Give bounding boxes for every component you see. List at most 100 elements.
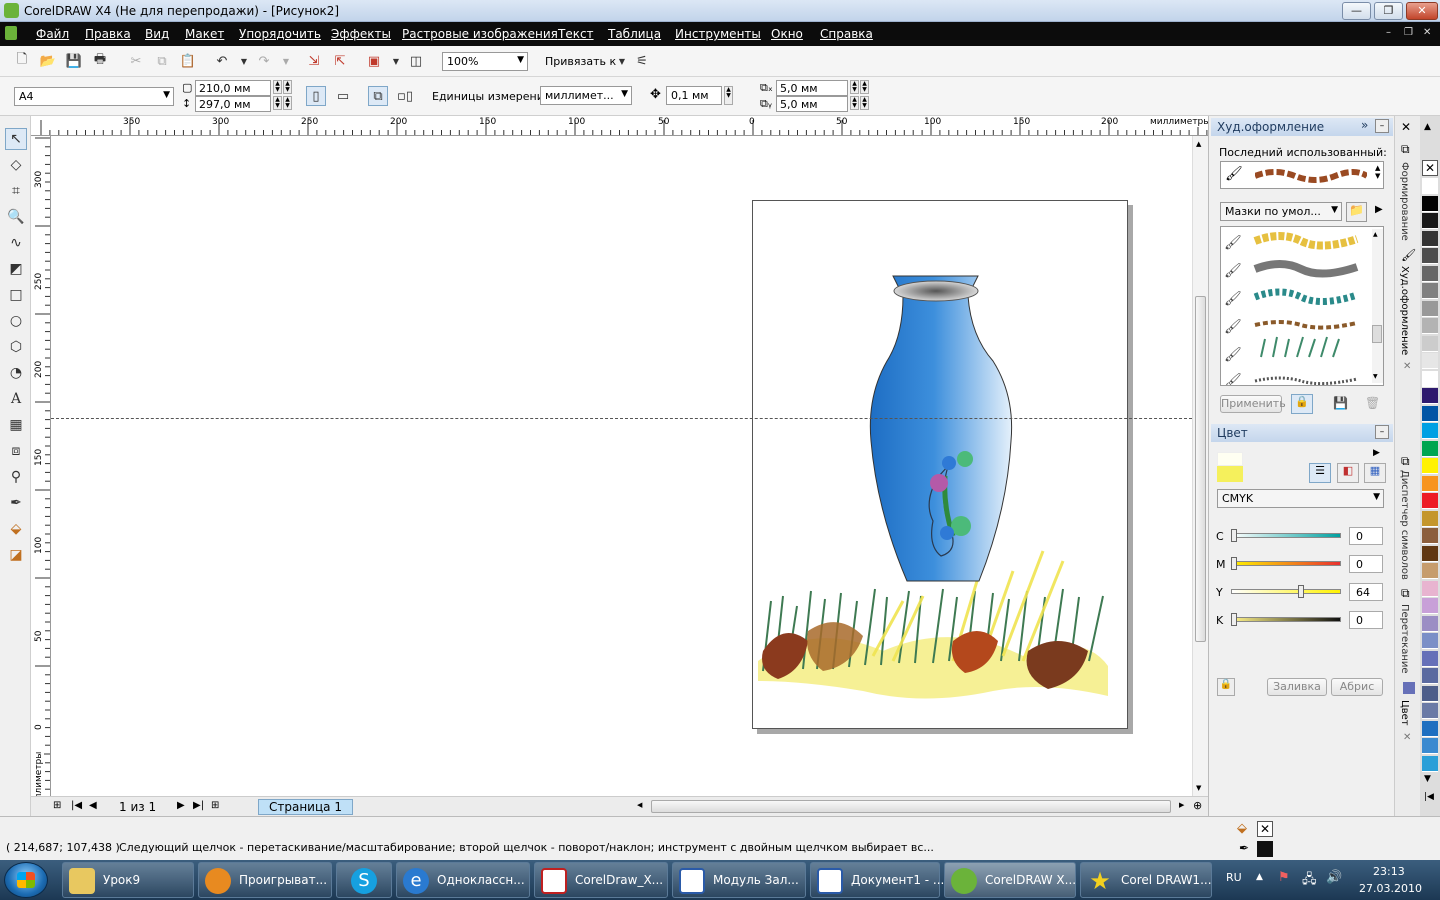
palette-swatch[interactable] — [1422, 563, 1438, 579]
task-urok9[interactable]: Урок9 — [62, 862, 194, 898]
task-odnoklassniki[interactable]: e Одноклассн... — [396, 862, 530, 898]
interactive-fill-tool-icon[interactable]: ◪ — [5, 544, 27, 566]
tab-shaping[interactable]: Формирование — [1399, 162, 1410, 241]
palette-swatch[interactable] — [1422, 370, 1438, 387]
nudge-input[interactable]: 0,1 мм — [666, 86, 722, 105]
palette-swatch[interactable] — [1422, 545, 1438, 562]
outline-pen-tool-icon[interactable]: ✒ — [5, 492, 27, 514]
width-spinner[interactable]: ▲ ▼ — [273, 80, 282, 94]
launcher-dropdown-icon[interactable]: ▼ — [386, 51, 406, 71]
palette-expand-icon[interactable]: |◀ — [1424, 792, 1434, 802]
color-palettes-icon[interactable]: ▦ — [1364, 463, 1386, 483]
shaping-icon[interactable]: ⧉ — [1401, 142, 1410, 157]
table-tool-icon[interactable]: ▦ — [5, 414, 27, 436]
slider-c[interactable] — [1231, 529, 1341, 542]
horizontal-ruler[interactable]: 350 300 250 200 150 100 50 0 50 100 150 … — [36, 116, 1208, 136]
menu-window[interactable]: Окно — [771, 27, 803, 41]
palette-swatch[interactable] — [1422, 318, 1438, 334]
color-tab-close-icon[interactable]: ✕ — [1403, 732, 1411, 743]
palette-swatch[interactable] — [1422, 475, 1438, 492]
dup-y-spinner[interactable]: ▲ ▼ — [850, 96, 859, 110]
task-coreldraw-pdf[interactable]: CorelDraw_X... — [534, 862, 668, 898]
export-icon[interactable]: ⇱ — [330, 51, 350, 71]
tray-expand-icon[interactable]: ▲ — [1256, 872, 1263, 882]
start-button[interactable] — [4, 862, 48, 898]
auto-apply-lock-icon[interactable]: 🔒 — [1217, 678, 1235, 696]
doc-restore-button[interactable]: ❐ — [1404, 27, 1413, 38]
duplicate-x-input[interactable]: 5,0 мм — [776, 80, 848, 96]
menu-text[interactable]: Текст — [558, 27, 594, 41]
fill-button[interactable]: Заливка — [1267, 678, 1327, 696]
menu-table[interactable]: Таблица — [608, 27, 661, 41]
value-k[interactable]: 0 — [1349, 611, 1383, 629]
palette-swatch[interactable] — [1422, 528, 1438, 544]
scroll-down-icon[interactable]: ▼ — [1196, 784, 1201, 792]
task-module[interactable]: Модуль Зал... — [672, 862, 806, 898]
next-page-icon[interactable]: ▶ — [177, 800, 185, 811]
value-y[interactable]: 64 — [1349, 583, 1383, 601]
fill-tool-icon[interactable]: ⬙ — [5, 518, 27, 540]
eyedropper-tool-icon[interactable]: ⚲ — [5, 466, 27, 488]
palette-swatch[interactable] — [1422, 213, 1438, 229]
palette-swatch[interactable] — [1422, 353, 1438, 369]
browse-folder-icon[interactable]: 📁 — [1346, 202, 1367, 222]
outline-button[interactable]: Абрис — [1331, 678, 1383, 696]
menu-view[interactable]: Вид — [145, 27, 169, 41]
duplicate-y-input[interactable]: 5,0 мм — [776, 96, 848, 112]
copy-icon[interactable]: ⧉ — [152, 51, 172, 71]
tab-artistic-media[interactable]: Худ.оформление — [1399, 266, 1410, 355]
vertical-scrollbar[interactable]: ▲ ▼ — [1192, 136, 1208, 796]
slider-thumb-k[interactable] — [1231, 613, 1237, 626]
units-combo[interactable]: миллимет... ▼ — [540, 86, 632, 105]
blend-icon[interactable]: ⧉ — [1401, 586, 1410, 601]
doc-minimize-button[interactable]: – — [1386, 27, 1391, 38]
tab-symbol-manager[interactable]: Диспетчер символов — [1399, 470, 1410, 580]
doc-close-button[interactable]: ✕ — [1423, 27, 1431, 38]
color-sliders-icon[interactable]: ☰ — [1309, 463, 1331, 483]
page-tab-1[interactable]: Страница 1 — [258, 799, 353, 815]
height-spinner[interactable]: ▲ ▼ — [273, 96, 282, 110]
menu-tools[interactable]: Инструменты — [675, 27, 761, 41]
palette-swatch[interactable] — [1422, 738, 1438, 754]
all-pages-icon[interactable]: ⧉ — [368, 86, 388, 106]
add-page-before-icon[interactable]: ⊞ — [53, 800, 61, 811]
menu-edit[interactable]: Правка — [85, 27, 131, 41]
stroke-list[interactable]: 🖌 🖌 🖌 🖌 🖌 🖌 ▲ ▼ — [1220, 226, 1384, 389]
palette-swatch[interactable] — [1422, 668, 1438, 684]
scroll-up-icon[interactable]: ▲ — [1373, 231, 1378, 238]
application-launcher-icon[interactable]: ▣ — [364, 51, 384, 71]
clock-date[interactable]: 27.03.2010 — [1359, 882, 1422, 895]
task-player[interactable]: Проигрыват... — [198, 862, 332, 898]
apply-button[interactable]: Применить — [1220, 395, 1286, 413]
portrait-orientation-icon[interactable]: ▯ — [306, 86, 326, 106]
horizontal-scroll-thumb[interactable] — [651, 800, 1171, 813]
paper-size-combo[interactable]: A4 ▼ — [14, 87, 174, 106]
navigator-icon[interactable]: ⊕ — [1193, 799, 1202, 812]
recent-stroke-preview[interactable]: 🖌 ▲ ▼ — [1220, 161, 1384, 189]
zoom-combo[interactable]: 100% ▼ — [442, 52, 528, 71]
color-model-combo[interactable]: CMYK ▼ — [1217, 489, 1384, 508]
open-folder-icon[interactable]: 📂 — [38, 51, 58, 71]
vertical-ruler[interactable]: 300 250 200 150 100 50 0 миллиметры — [31, 136, 51, 796]
snap-to-label[interactable]: Привязать к — [545, 55, 616, 68]
minimize-button[interactable]: — — [1342, 2, 1371, 20]
polygon-tool-icon[interactable]: ⬡ — [5, 336, 27, 358]
slider-thumb-y[interactable] — [1297, 585, 1304, 598]
menu-arrange[interactable]: Упорядочить — [239, 27, 321, 41]
page-height-input[interactable]: 297,0 мм — [195, 96, 271, 112]
palette-swatch[interactable] — [1422, 265, 1438, 282]
nudge-spinner[interactable]: ▲ ▼ — [724, 86, 733, 105]
stroke-list-scrollbar[interactable]: ▲ ▼ — [1372, 229, 1383, 383]
redo-dropdown-icon[interactable]: ▼ — [276, 51, 296, 71]
prev-page-icon[interactable]: ◀ — [89, 800, 97, 811]
palette-swatch[interactable] — [1422, 230, 1438, 247]
stroke-list-thumb[interactable] — [1372, 325, 1382, 343]
value-c[interactable]: 0 — [1349, 527, 1383, 545]
palette-swatch[interactable] — [1422, 598, 1438, 614]
docker-close-icon[interactable]: ✕ — [1401, 120, 1411, 134]
print-icon[interactable]: 🖶 — [90, 51, 110, 71]
outline-color-swatch[interactable] — [1257, 841, 1273, 857]
tab-blend[interactable]: Перетекание — [1399, 604, 1410, 674]
recent-scroll-icon[interactable]: ▲ ▼ — [1375, 164, 1380, 180]
scroll-up-icon[interactable]: ▲ — [1196, 140, 1201, 148]
